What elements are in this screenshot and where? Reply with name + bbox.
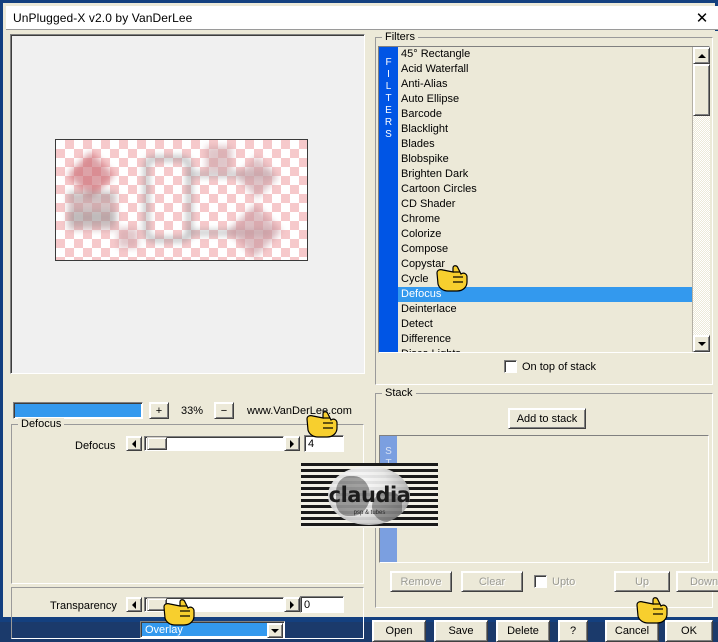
filters-group: Filters FILTERS 45° Rectangle Acid Waterf…	[375, 31, 713, 385]
website-label[interactable]: www.VanDerLee.com	[247, 402, 352, 419]
defocus-value-field[interactable]: 4	[304, 435, 344, 452]
filters-listbox[interactable]: FILTERS 45° Rectangle Acid Waterfall Anti-…	[378, 46, 710, 353]
blend-mode-value: Overlay	[142, 623, 283, 636]
window-title: UnPlugged-X v2.0 by VanDerLee	[13, 10, 193, 25]
filter-list-item[interactable]: CD Shader	[398, 197, 692, 212]
close-icon[interactable]: ✕	[690, 8, 714, 28]
upto-checkbox[interactable]	[534, 575, 547, 588]
filters-scrollbar[interactable]	[692, 47, 710, 352]
stack-list[interactable]	[397, 436, 708, 562]
down-button[interactable]: Down	[676, 571, 718, 592]
preview-shape	[206, 146, 232, 172]
zoom-progress-fill	[15, 404, 141, 417]
on-top-of-stack-checkbox[interactable]	[504, 360, 517, 373]
preview-image	[55, 139, 308, 261]
preview-shape	[144, 156, 192, 242]
triangle-left-icon	[132, 439, 136, 448]
triangle-down-icon	[271, 628, 279, 633]
triangle-up-icon	[697, 53, 706, 58]
preview-pane[interactable]	[10, 34, 365, 374]
watermark-text: claudia	[328, 483, 411, 507]
ok-button[interactable]: OK	[665, 620, 713, 642]
scrollbar-thumb[interactable]	[693, 64, 710, 116]
claudia-watermark: claudia psp & tubes	[301, 463, 438, 528]
zoom-level-label: 33%	[180, 404, 204, 417]
filters-group-label: Filters	[382, 31, 418, 43]
filter-list-item[interactable]: Barcode	[398, 107, 692, 122]
watermark-subtext: psp & tubes	[353, 510, 386, 516]
filter-list-item[interactable]: Chrome	[398, 212, 692, 227]
preview-shape	[118, 228, 138, 248]
triangle-left-icon	[132, 600, 136, 609]
title-bar: UnPlugged-X v2.0 by VanDerLee ✕	[6, 6, 718, 30]
filter-list-item[interactable]: Anti-Alias	[398, 77, 692, 92]
add-to-stack-button[interactable]: Add to stack	[508, 408, 586, 429]
defocus-slider-track[interactable]	[144, 436, 284, 451]
preview-shape	[68, 192, 116, 230]
dialog-surface: + 33% − www.VanDerLee.com Defocus Defocu…	[6, 31, 718, 642]
defocus-group-label: Defocus	[18, 418, 65, 430]
transparency-slider-left-button[interactable]	[126, 597, 142, 612]
chevron-down-icon[interactable]	[267, 623, 283, 638]
remove-button[interactable]: Remove	[390, 571, 452, 592]
filter-list-item[interactable]: Difference	[398, 332, 692, 347]
clear-button[interactable]: Clear	[461, 571, 523, 592]
filters-sidebar-label: FILTERS	[384, 57, 393, 140]
filter-list-item[interactable]: Blacklight	[398, 122, 692, 137]
zoom-out-button[interactable]: −	[214, 402, 234, 419]
filters-list[interactable]: 45° Rectangle Acid Waterfall Anti-Alias Aut…	[398, 47, 692, 352]
triangle-right-icon	[290, 439, 294, 448]
application-window: UnPlugged-X v2.0 by VanDerLee ✕ + 33% − …	[0, 0, 718, 642]
preview-shape	[228, 204, 282, 258]
filters-sidebar-banner: FILTERS	[379, 47, 398, 352]
save-button[interactable]: Save	[434, 620, 488, 642]
delete-button[interactable]: Delete	[496, 620, 550, 642]
filter-list-item[interactable]: Acid Waterfall	[398, 62, 692, 77]
filter-list-item[interactable]: 45° Rectangle	[398, 47, 692, 62]
zoom-progress-bar[interactable]	[13, 402, 143, 419]
up-button[interactable]: Up	[614, 571, 670, 592]
triangle-down-icon	[697, 341, 706, 346]
blend-mode-dropdown[interactable]: Overlay	[140, 621, 285, 638]
filter-list-item[interactable]: Blades	[398, 137, 692, 152]
filter-list-item[interactable]: Cartoon Circles	[398, 182, 692, 197]
preview-shape	[235, 155, 279, 199]
open-button[interactable]: Open	[372, 620, 426, 642]
help-button[interactable]: ?	[558, 620, 588, 642]
defocus-slider-thumb[interactable]	[147, 437, 167, 450]
defocus-slider-right-button[interactable]	[284, 436, 300, 451]
transparency-slider-right-button[interactable]	[284, 597, 300, 612]
defocus-slider-label: Defocus	[75, 440, 116, 452]
triangle-right-icon	[290, 600, 294, 609]
filter-list-item[interactable]: Brighten Dark	[398, 167, 692, 182]
filter-list-item[interactable]: Blobspike	[398, 152, 692, 167]
filter-list-item[interactable]: Compose	[398, 242, 692, 257]
filter-list-item[interactable]: Auto Ellipse	[398, 92, 692, 107]
transparency-slider-label: Transparency	[50, 600, 117, 612]
upto-row[interactable]: Upto	[534, 571, 610, 592]
transparency-slider-thumb[interactable]	[147, 598, 167, 611]
transparency-value-field[interactable]: 0	[300, 596, 344, 613]
on-top-of-stack-row[interactable]: On top of stack	[504, 360, 596, 373]
filter-list-item[interactable]: Colorize	[398, 227, 692, 242]
filter-list-item[interactable]: Defocus	[398, 287, 692, 302]
filter-list-item[interactable]: Copystar	[398, 257, 692, 272]
filter-list-item[interactable]: Disco Lights	[398, 347, 692, 352]
zoom-in-button[interactable]: +	[149, 402, 169, 419]
filter-list-item[interactable]: Cycle	[398, 272, 692, 287]
filter-list-item[interactable]: Detect	[398, 317, 692, 332]
on-top-of-stack-label: On top of stack	[522, 360, 596, 373]
scroll-down-button[interactable]	[693, 335, 710, 352]
defocus-slider-left-button[interactable]	[126, 436, 142, 451]
scroll-up-button[interactable]	[693, 47, 710, 64]
transparency-group: Transparency 0 Overlay	[11, 587, 364, 639]
upto-label: Upto	[552, 575, 576, 588]
cancel-button[interactable]: Cancel	[605, 620, 659, 642]
filter-list-item[interactable]: Deinterlace	[398, 302, 692, 317]
stack-group-label: Stack	[382, 387, 416, 399]
transparency-slider-track[interactable]	[144, 597, 284, 612]
